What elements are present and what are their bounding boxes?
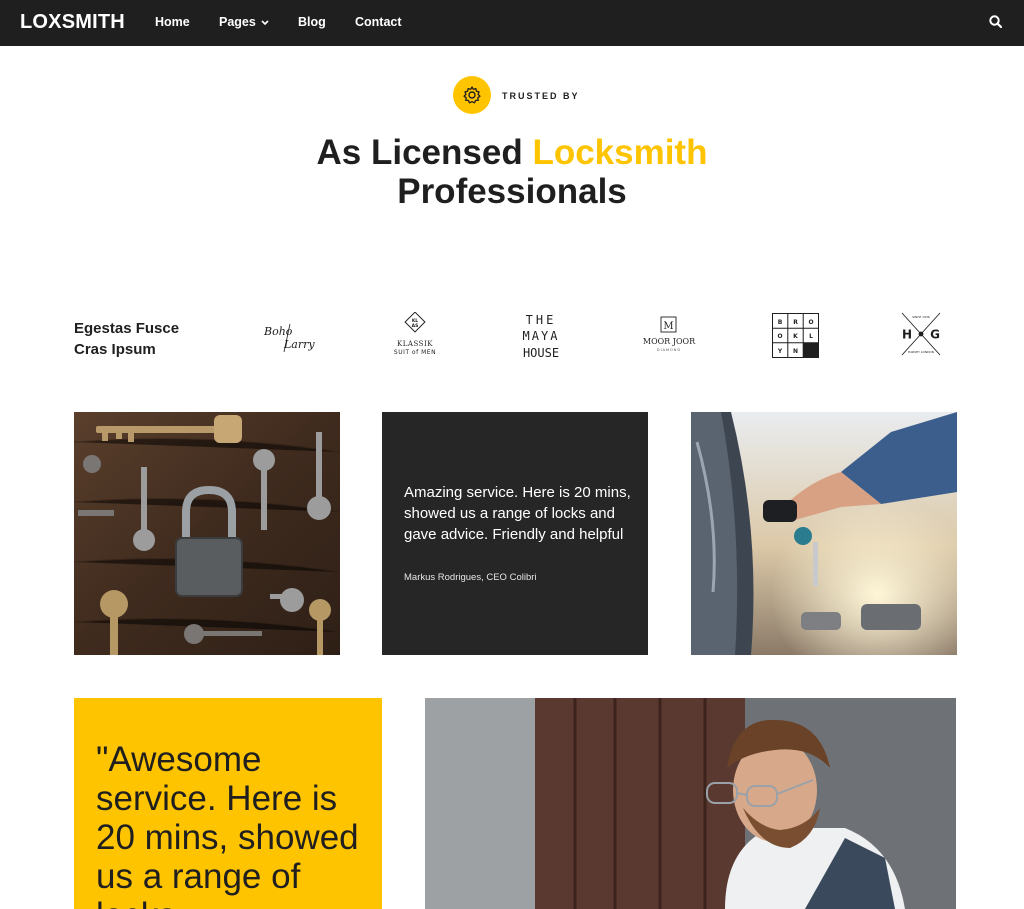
klassik-sub: SUIT of MEN bbox=[394, 349, 436, 356]
highlight-quote-block: "Awesome service. Here is 20 mins, showe… bbox=[74, 698, 382, 909]
nav-link-contact[interactable]: Contact bbox=[355, 15, 402, 29]
hg-logo: H G SINCE 1936 HARVEY LONDON bbox=[901, 312, 941, 356]
keys-illustration bbox=[74, 412, 340, 655]
testimonial-card: Amazing service. Here is 20 mins, showed… bbox=[382, 412, 648, 655]
klassik-logo: KL AS KLASSIK SUIT of MEN bbox=[394, 312, 436, 356]
brooklyn-b: B bbox=[778, 319, 783, 326]
chevron-down-icon bbox=[261, 20, 269, 25]
boho-text-2: Larry bbox=[283, 338, 315, 351]
klassik-name: KLASSIK bbox=[397, 340, 433, 348]
brooklyn-r: R bbox=[793, 319, 798, 326]
keys-padlock-image bbox=[74, 412, 340, 655]
klassik-mono-2: AS bbox=[412, 323, 419, 329]
moor-name: MOOR JOOR bbox=[643, 337, 696, 346]
hero-headline: As Licensed Locksmith Professionals bbox=[212, 133, 812, 211]
boho-larry-logo: Boho Larry bbox=[263, 323, 315, 353]
maya-line-3: HOUSE bbox=[523, 346, 559, 360]
car-key-image bbox=[691, 412, 957, 655]
headline-part1: As Licensed bbox=[316, 133, 533, 172]
brooklyn-o2: O bbox=[777, 333, 782, 340]
locksmith-illustration bbox=[425, 698, 956, 909]
testimonial-author: Markus Rodrigues, CEO Colibri bbox=[404, 572, 537, 583]
nav-link-blog[interactable]: Blog bbox=[298, 15, 326, 29]
nav-link-home[interactable]: Home bbox=[155, 15, 190, 29]
headline-highlight: Locksmith bbox=[532, 133, 708, 172]
search-icon[interactable] bbox=[988, 14, 1004, 30]
top-navbar: LOXSMITH Home Pages Blog Contact bbox=[0, 0, 1024, 46]
brooklyn-logo: B R O O K L Y N bbox=[772, 313, 819, 358]
brooklyn-l: L bbox=[809, 333, 813, 340]
moor-joor-logo: M MOOR JOOR DIAMOND bbox=[643, 316, 696, 352]
locksmith-photo bbox=[425, 698, 956, 909]
brooklyn-n: N bbox=[793, 348, 798, 355]
brooklyn-k: K bbox=[793, 333, 798, 340]
hg-bottom: HARVEY LONDON bbox=[908, 350, 934, 354]
trusted-by-eyebrow: TRUSTED BY bbox=[502, 91, 580, 101]
moor-sub: DIAMOND bbox=[657, 348, 681, 352]
nav-link-pages-label: Pages bbox=[219, 15, 256, 29]
car-key-illustration bbox=[691, 412, 957, 655]
brooklyn-y: Y bbox=[777, 348, 783, 355]
trusted-badge bbox=[453, 76, 491, 114]
hg-top: SINCE 1936 bbox=[912, 315, 930, 319]
maya-line-1: THE bbox=[526, 313, 557, 327]
maya-line-2: MAYA bbox=[523, 329, 560, 343]
hg-right: G bbox=[930, 328, 940, 342]
highlight-quote-text: "Awesome service. Here is 20 mins, showe… bbox=[96, 740, 359, 909]
clients-title: Egestas Fusce Cras Ipsum bbox=[74, 320, 180, 358]
brooklyn-o1: O bbox=[808, 319, 813, 326]
maya-house-logo: THE MAYA HOUSE bbox=[523, 313, 560, 360]
brand-logo[interactable]: LOXSMITH bbox=[20, 11, 125, 34]
headline-part2: Professionals bbox=[397, 172, 627, 211]
nav-link-pages[interactable]: Pages bbox=[219, 15, 269, 29]
testimonial-text: Amazing service. Here is 20 mins, showed… bbox=[404, 484, 631, 543]
moor-mark: M bbox=[663, 321, 673, 332]
hg-left: H bbox=[902, 328, 912, 342]
gear-icon bbox=[463, 86, 481, 104]
